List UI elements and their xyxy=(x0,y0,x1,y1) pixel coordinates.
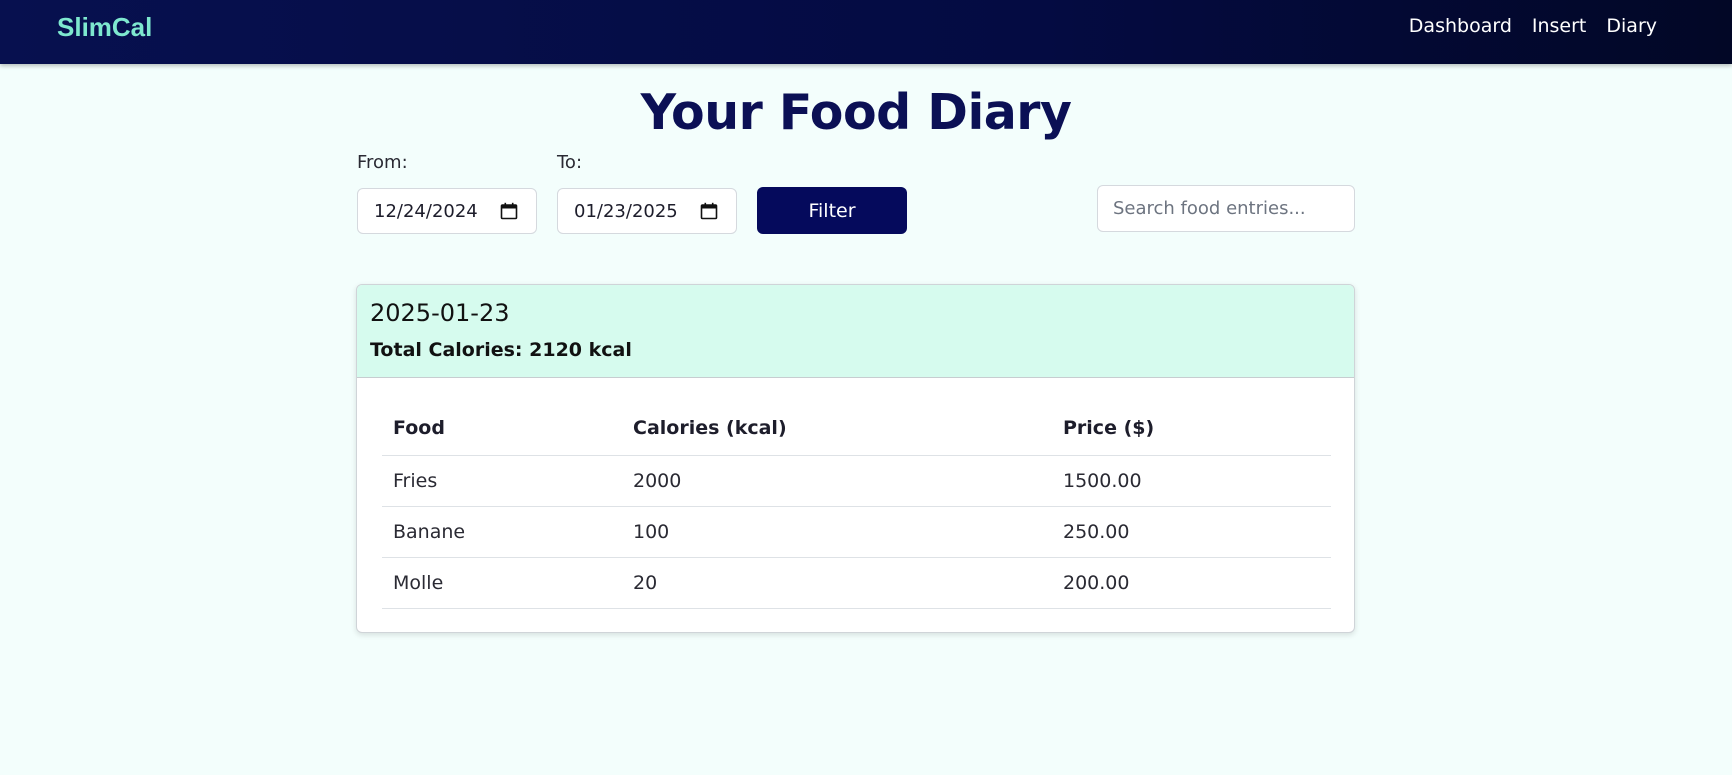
cell-calories: 20 xyxy=(622,557,1052,609)
cell-calories: 2000 xyxy=(622,455,1052,507)
navbar: SlimCal Dashboard Insert Diary xyxy=(0,0,1732,64)
total-calories: Total Calories: 2120 kcal xyxy=(370,339,632,361)
cell-price: 1500.00 xyxy=(1052,455,1331,507)
to-label: To: xyxy=(557,152,583,173)
nav-link-dashboard[interactable]: Dashboard xyxy=(1409,15,1512,37)
to-date-input[interactable]: 01/23/2025 xyxy=(557,188,737,234)
cell-food: Banane xyxy=(382,506,622,558)
page-title: Your Food Diary xyxy=(640,84,1072,141)
table-header-row: Food Calories (kcal) Price ($) xyxy=(382,401,1331,456)
calendar-icon[interactable] xyxy=(500,202,518,220)
table-row: Fries 2000 1500.00 xyxy=(382,455,1331,507)
cell-calories: 100 xyxy=(622,506,1052,558)
to-date-value: 01/23/2025 xyxy=(574,200,678,222)
cell-price: 200.00 xyxy=(1052,557,1331,609)
entry-date: 2025-01-23 xyxy=(370,299,510,327)
brand-logo[interactable]: SlimCal xyxy=(57,12,152,43)
from-date-input[interactable]: 12/24/2024 xyxy=(357,188,537,234)
search-input[interactable] xyxy=(1097,185,1355,232)
filter-button[interactable]: Filter xyxy=(757,187,907,234)
food-table: Food Calories (kcal) Price ($) Fries 200… xyxy=(382,401,1331,609)
column-header-calories: Calories (kcal) xyxy=(622,401,1052,456)
column-header-price: Price ($) xyxy=(1052,401,1331,456)
diary-entry-card: 2025-01-23 Total Calories: 2120 kcal Foo… xyxy=(356,284,1355,633)
table-row: Banane 100 250.00 xyxy=(382,506,1331,558)
column-header-food: Food xyxy=(382,401,622,456)
nav-link-insert[interactable]: Insert xyxy=(1532,15,1587,37)
cell-price: 250.00 xyxy=(1052,506,1331,558)
calendar-icon[interactable] xyxy=(700,202,718,220)
cell-food: Molle xyxy=(382,557,622,609)
from-label: From: xyxy=(357,152,408,173)
cell-food: Fries xyxy=(382,455,622,507)
nav-link-diary[interactable]: Diary xyxy=(1606,15,1657,37)
card-header: 2025-01-23 Total Calories: 2120 kcal xyxy=(357,285,1354,378)
nav-links: Dashboard Insert Diary xyxy=(1389,15,1657,37)
table-row: Molle 20 200.00 xyxy=(382,557,1331,609)
from-date-value: 12/24/2024 xyxy=(374,200,478,222)
